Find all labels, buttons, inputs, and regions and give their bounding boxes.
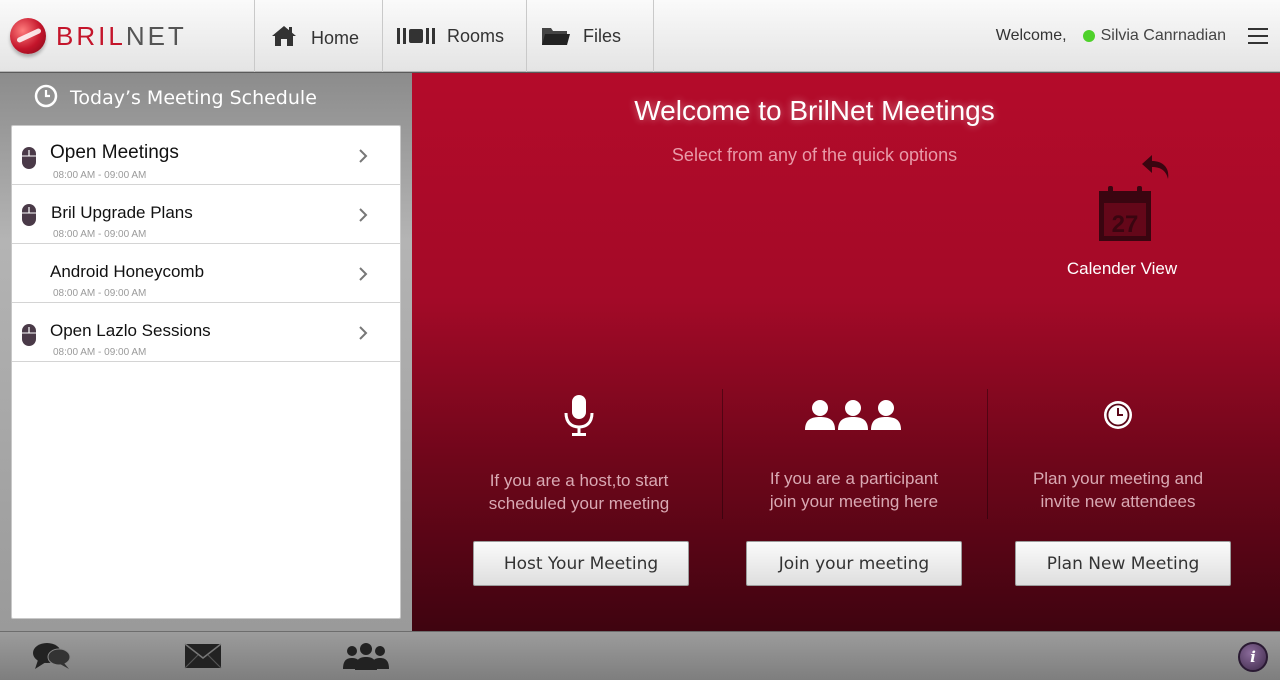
bottom-bar: i bbox=[0, 631, 1280, 680]
chevron-right-icon bbox=[358, 325, 368, 344]
nav-rooms[interactable]: Rooms bbox=[382, 0, 526, 72]
schedule-item-time: 08:00 AM - 09:00 AM bbox=[53, 288, 147, 299]
main-area: Welcome to BrilNet Meetings Select from … bbox=[412, 73, 1280, 631]
calendar-label: Calender View bbox=[1066, 259, 1178, 278]
online-status-icon bbox=[1082, 30, 1095, 42]
main-title: Welcome to BrilNet Meetings bbox=[634, 95, 995, 126]
clock-icon bbox=[34, 84, 58, 113]
brilnet-logo[interactable]: BRILNET bbox=[10, 14, 250, 58]
info-icon: i bbox=[1250, 648, 1256, 666]
schedule-item-open-lazlo-sessions[interactable]: Open Lazlo Sessions 08:00 AM - 09:00 AM bbox=[12, 303, 400, 362]
schedule-item-title: Android Honeycomb bbox=[50, 262, 205, 281]
join-description-line-2: join your meeting here bbox=[769, 492, 939, 511]
join-meeting-button[interactable]: Join your meeting bbox=[746, 541, 962, 586]
nav-home-label: Home bbox=[311, 27, 360, 48]
welcome-text: Welcome, bbox=[995, 27, 1067, 44]
mouse-icon bbox=[21, 203, 37, 231]
schedule-list: Open Meetings 08:00 AM - 09:00 AM Bril U… bbox=[11, 125, 401, 619]
logo-ball-icon bbox=[10, 18, 46, 54]
microphone-icon bbox=[448, 393, 710, 437]
join-description-line-1: If you are a participant bbox=[769, 469, 939, 488]
user-name[interactable]: Silvia Canrnadian bbox=[1082, 27, 1226, 45]
calendar-day: 27 bbox=[1111, 211, 1139, 238]
plan-description-line-1: Plan your meeting and bbox=[1032, 469, 1204, 488]
info-button[interactable]: i bbox=[1238, 642, 1268, 672]
host-meeting-button[interactable]: Host Your Meeting bbox=[473, 541, 689, 586]
chevron-right-icon bbox=[358, 207, 368, 226]
clock-icon bbox=[987, 393, 1249, 437]
schedule-item-time: 08:00 AM - 09:00 AM bbox=[53, 229, 147, 240]
schedule-item-bril-upgrade-plans[interactable]: Bril Upgrade Plans 08:00 AM - 09:00 AM bbox=[12, 185, 400, 244]
schedule-item-title: Bril Upgrade Plans bbox=[51, 203, 193, 222]
join-description: If you are a participant join your meeti… bbox=[721, 467, 987, 513]
logo-text: BRILNET bbox=[56, 21, 187, 52]
logo-text-red: BRIL bbox=[56, 20, 126, 51]
rooms-icon bbox=[397, 24, 435, 48]
main-subtitle: Select from any of the quick options bbox=[671, 145, 958, 165]
host-description-line-1: If you are a host,to start bbox=[489, 471, 669, 490]
user-name-label: Silvia Canrnadian bbox=[1100, 27, 1226, 44]
schedule-item-time: 08:00 AM - 09:00 AM bbox=[53, 170, 147, 181]
schedule-panel: Today’s Meeting Schedule Open Meetings 0… bbox=[0, 73, 412, 631]
schedule-title: Today’s Meeting Schedule bbox=[70, 87, 317, 109]
home-icon bbox=[269, 24, 299, 48]
plan-description-line-2: invite new attendees bbox=[1040, 492, 1196, 511]
plan-description: Plan your meeting and invite new attende… bbox=[987, 467, 1249, 513]
plan-new-meeting-button[interactable]: Plan New Meeting bbox=[1015, 541, 1231, 586]
schedule-item-time: 08:00 AM - 09:00 AM bbox=[53, 347, 147, 358]
schedule-item-title: Open Meetings bbox=[50, 142, 179, 163]
nav-rooms-label: Rooms bbox=[447, 25, 505, 46]
hamburger-menu-icon[interactable] bbox=[1248, 28, 1268, 44]
schedule-item-title: Open Lazlo Sessions bbox=[50, 321, 211, 340]
welcome-area: Welcome, Silvia Canrnadian bbox=[996, 0, 1226, 72]
back-arrow-icon bbox=[1142, 155, 1169, 179]
schedule-item-open-meetings[interactable]: Open Meetings 08:00 AM - 09:00 AM bbox=[12, 126, 400, 185]
chevron-right-icon bbox=[358, 148, 368, 167]
logo-text-dark: NET bbox=[125, 20, 187, 51]
host-description: If you are a host,to start scheduled you… bbox=[448, 469, 710, 515]
schedule-header: Today’s Meeting Schedule bbox=[0, 73, 412, 123]
participants-icon bbox=[721, 393, 987, 437]
top-bar: BRILNET Home Rooms Files Welcome, Silvia… bbox=[0, 0, 1280, 72]
group-icon[interactable] bbox=[342, 641, 390, 671]
folder-icon bbox=[541, 24, 571, 48]
nav-files-label: Files bbox=[583, 25, 622, 46]
mouse-icon bbox=[21, 323, 37, 351]
chevron-right-icon bbox=[358, 266, 368, 285]
chat-icon[interactable] bbox=[32, 641, 72, 671]
nav-files[interactable]: Files bbox=[526, 0, 654, 72]
nav-home[interactable]: Home bbox=[254, 0, 382, 72]
mail-icon[interactable] bbox=[184, 641, 222, 671]
mouse-icon bbox=[21, 146, 37, 174]
schedule-item-android-honeycomb[interactable]: Android Honeycomb 08:00 AM - 09:00 AM bbox=[12, 244, 400, 303]
host-description-line-2: scheduled your meeting bbox=[488, 494, 670, 513]
